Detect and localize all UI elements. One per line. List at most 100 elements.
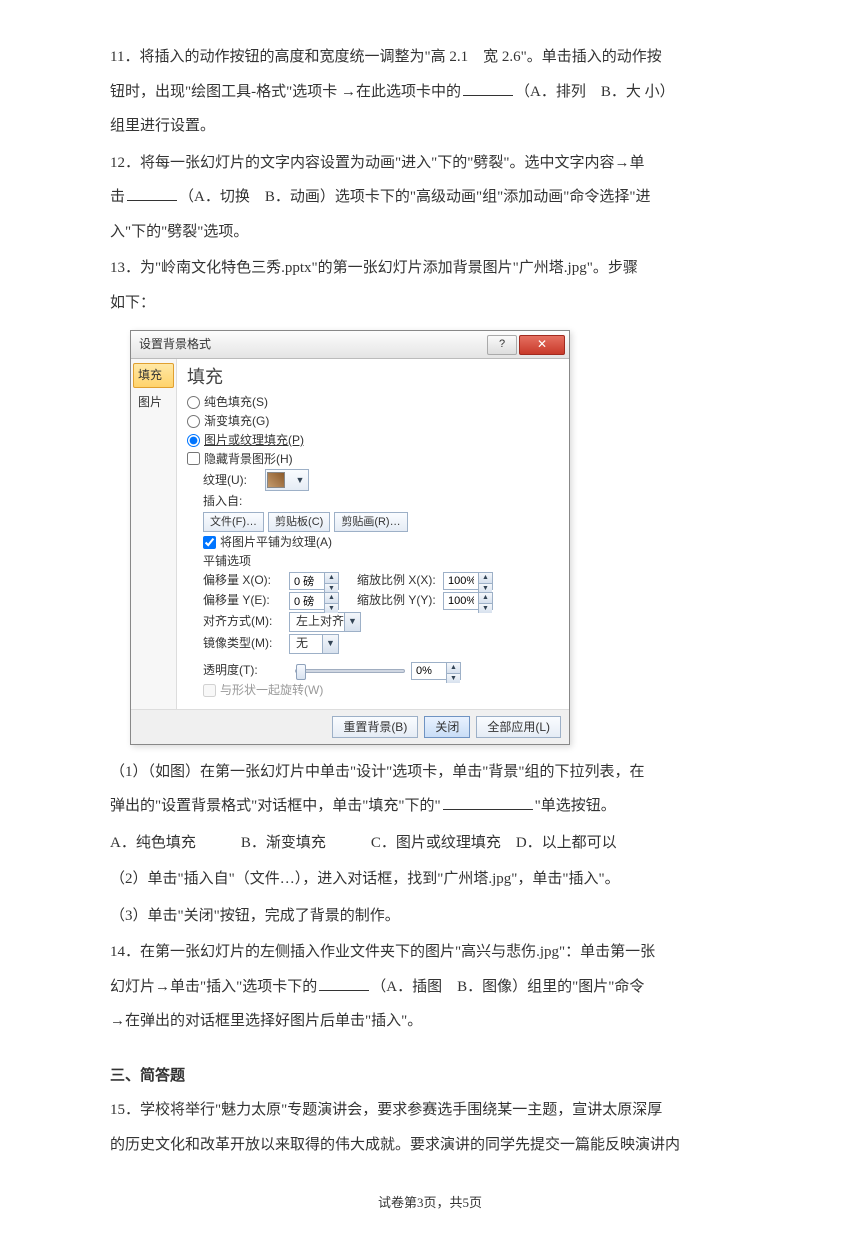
row-align: 对齐方式(M): 左上对齐 ▼ — [203, 612, 559, 632]
q15-line2: 的历史文化和改革开放以来取得的伟大成就。要求演讲的同学先提交一篇能反映演讲内 — [110, 1137, 680, 1153]
row-offset-x: 偏移量 X(O): ▲▼ 缩放比例 X(X): ▲▼ — [203, 572, 559, 590]
texture-swatch-icon — [267, 472, 285, 488]
combo-align[interactable]: 左上对齐 ▼ — [289, 612, 361, 632]
row-mirror: 镜像类型(M): 无 ▼ — [203, 634, 559, 654]
dialog-screenshot: 设置背景格式 ? ✕ 填充 图片 填充 纯色填充(S) 渐变填充(G) — [130, 330, 570, 745]
close-dialog-button[interactable]: 关闭 — [424, 716, 470, 738]
q12-line2a: 击 — [110, 189, 125, 205]
spin-down-icon[interactable]: ▼ — [478, 604, 492, 614]
q13-options: A．纯色填充 B．渐变填充 C．图片或纹理填充 D．以上都可以 — [110, 826, 750, 861]
q11-blank[interactable] — [463, 81, 513, 96]
q12-line3: 入"下的"劈裂"选项。 — [110, 224, 248, 240]
reset-bg-button[interactable]: 重置背景(B) — [332, 716, 418, 738]
dialog-window: 设置背景格式 ? ✕ 填充 图片 填充 纯色填充(S) 渐变填充(G) — [130, 330, 570, 745]
dialog-sidebar: 填充 图片 — [131, 359, 177, 709]
radio-picture-label: 图片或纹理填充(P) — [204, 432, 304, 449]
dialog-title: 设置背景格式 — [139, 336, 487, 353]
checkbox-hide-bg[interactable]: 隐藏背景图形(H) — [187, 451, 559, 468]
combo-align-value: 左上对齐 — [296, 613, 344, 630]
combo-mirror[interactable]: 无 ▼ — [289, 634, 339, 654]
q13-step1-a: （1）（如图）在第一张幻灯片中单击"设计"选项卡，单击"背景"组的下拉列表，在 — [110, 764, 645, 780]
q14-line3: →在弹出的对话框里选择好图片后单击"插入"。 — [110, 1013, 422, 1029]
q11-line2a: 钮时，出现"绘图工具-格式"选项卡 →在此选项卡中的 — [110, 84, 461, 100]
insert-from-buttons: 文件(F)… 剪贴板(C) 剪贴画(R)… — [203, 512, 559, 532]
q14-opts: （A．插图 B．图像）组里的"图片"命令 — [371, 979, 644, 995]
section-3-title: 三、简答题 — [110, 1059, 750, 1094]
spinner-scaley[interactable]: ▲▼ — [443, 592, 493, 610]
question-13-intro: 13．为"岭南文化特色三秀.pptx"的第一张幻灯片添加背景图片"广州塔.jpg… — [110, 251, 750, 320]
radio-solid-fill[interactable]: 纯色填充(S) — [187, 394, 559, 411]
spinner-offx[interactable]: ▲▼ — [289, 572, 339, 590]
label-align: 对齐方式(M): — [203, 613, 289, 630]
q11-opts: （A．排列 B．大 小） — [515, 84, 675, 100]
question-11: 11．将插入的动作按钮的高度和宽度统一调整为"高 2.1 宽 2.6"。单击插入… — [110, 40, 750, 144]
q13-step1: （1）（如图）在第一张幻灯片中单击"设计"选项卡，单击"背景"组的下拉列表，在 … — [110, 755, 750, 824]
chevron-down-icon: ▼ — [293, 474, 307, 487]
label-trans: 透明度(T): — [203, 662, 289, 679]
dialog-body: 填充 图片 填充 纯色填充(S) 渐变填充(G) 图片或纹理填充(P) — [131, 359, 569, 709]
spin-up-icon[interactable]: ▲ — [446, 663, 460, 674]
q14-line1: 14．在第一张幻灯片的左侧插入作业文件夹下的图片"高兴与悲伤.jpg"：单击第一… — [110, 944, 655, 960]
chk-tile-input[interactable] — [203, 536, 216, 549]
radio-solid-label: 纯色填充(S) — [204, 394, 268, 411]
q11-line3: 组里进行设置。 — [110, 118, 215, 134]
insert-from-label: 插入自: — [203, 493, 559, 510]
radio-picture-input[interactable] — [187, 434, 200, 447]
q13-intro-b: 如下： — [110, 295, 155, 311]
clipart-button[interactable]: 剪贴画(R)… — [334, 512, 407, 532]
spinner-scalex[interactable]: ▲▼ — [443, 572, 493, 590]
checkbox-rotate[interactable]: 与形状一起旋转(W) — [203, 682, 559, 699]
combo-mirror-value: 无 — [296, 635, 308, 652]
spin-down-icon[interactable]: ▼ — [324, 604, 338, 614]
radio-gradient-fill[interactable]: 渐变填充(G) — [187, 413, 559, 430]
checkbox-tile[interactable]: 将图片平铺为纹理(A) — [203, 534, 559, 551]
slider-thumb-icon[interactable] — [296, 664, 306, 680]
file-button[interactable]: 文件(F)… — [203, 512, 264, 532]
q11-line1: 11．将插入的动作按钮的高度和宽度统一调整为"高 2.1 宽 2.6"。单击插入… — [110, 49, 662, 65]
q13-intro-a: 13．为"岭南文化特色三秀.pptx"的第一张幻灯片添加背景图片"广州塔.jpg… — [110, 260, 638, 276]
chevron-down-icon: ▼ — [322, 635, 338, 653]
spin-up-icon[interactable]: ▲ — [478, 573, 492, 584]
q14-blank[interactable] — [319, 976, 369, 991]
spin-up-icon[interactable]: ▲ — [324, 593, 338, 604]
q13-step3: （3）单击"关闭"按钮，完成了背景的制作。 — [110, 899, 750, 934]
texture-row: 纹理(U): ▼ — [203, 469, 559, 491]
question-14: 14．在第一张幻灯片的左侧插入作业文件夹下的图片"高兴与悲伤.jpg"：单击第一… — [110, 935, 750, 1039]
clipboard-button[interactable]: 剪贴板(C) — [268, 512, 330, 532]
page-footer: 试卷第3页，共5页 — [110, 1188, 750, 1218]
spinner-trans[interactable]: ▲▼ — [411, 662, 461, 680]
label-scalex: 缩放比例 X(X): — [357, 572, 443, 589]
radio-picture-fill[interactable]: 图片或纹理填充(P) — [187, 432, 559, 449]
row-offset-y: 偏移量 Y(E): ▲▼ 缩放比例 Y(Y): ▲▼ — [203, 592, 559, 610]
sidebar-item-fill[interactable]: 填充 — [133, 363, 174, 388]
chk-rotate-input — [203, 684, 216, 697]
q12-blank[interactable] — [127, 186, 177, 201]
chk-hidebg-input[interactable] — [187, 452, 200, 465]
q13-step2: （2）单击"插入自"（文件…），进入对话框，找到"广州塔.jpg"，单击"插入"… — [110, 862, 750, 897]
texture-label: 纹理(U): — [203, 472, 247, 489]
label-offx: 偏移量 X(O): — [203, 572, 289, 589]
question-12: 12．将每一张幻灯片的文字内容设置为动画"进入"下的"劈裂"。选中文字内容→单 … — [110, 146, 750, 250]
chk-hidebg-label: 隐藏背景图形(H) — [204, 451, 293, 468]
row-transparency: 透明度(T): ▲▼ — [203, 662, 559, 680]
spinner-offy[interactable]: ▲▼ — [289, 592, 339, 610]
question-15: 15．学校将举行"魅力太原"专题演讲会，要求参赛选手围绕某一主题，宣讲太原深厚 … — [110, 1093, 750, 1162]
texture-picker[interactable]: ▼ — [265, 469, 309, 491]
dialog-footer: 重置背景(B) 关闭 全部应用(L) — [131, 709, 569, 744]
help-button[interactable]: ? — [487, 335, 517, 355]
dialog-titlebar: 设置背景格式 ? ✕ — [131, 331, 569, 359]
apply-all-button[interactable]: 全部应用(L) — [476, 716, 561, 738]
radio-gradient-input[interactable] — [187, 415, 200, 428]
q12-opts: （A．切换 B．动画）选项卡下的"高级动画"组"添加动画"命令选择"进 — [179, 189, 650, 205]
q13-blank[interactable] — [443, 795, 533, 810]
transparency-slider[interactable] — [295, 669, 405, 673]
spin-up-icon[interactable]: ▲ — [478, 593, 492, 604]
label-mirror: 镜像类型(M): — [203, 635, 289, 652]
sidebar-item-picture[interactable]: 图片 — [133, 390, 174, 415]
q15-line1: 15．学校将举行"魅力太原"专题演讲会，要求参赛选手围绕某一主题，宣讲太原深厚 — [110, 1102, 662, 1118]
spin-up-icon[interactable]: ▲ — [324, 573, 338, 584]
close-button[interactable]: ✕ — [519, 335, 565, 355]
spin-down-icon[interactable]: ▼ — [446, 674, 460, 684]
q12-line1: 12．将每一张幻灯片的文字内容设置为动画"进入"下的"劈裂"。选中文字内容→单 — [110, 155, 645, 171]
radio-solid-input[interactable] — [187, 396, 200, 409]
